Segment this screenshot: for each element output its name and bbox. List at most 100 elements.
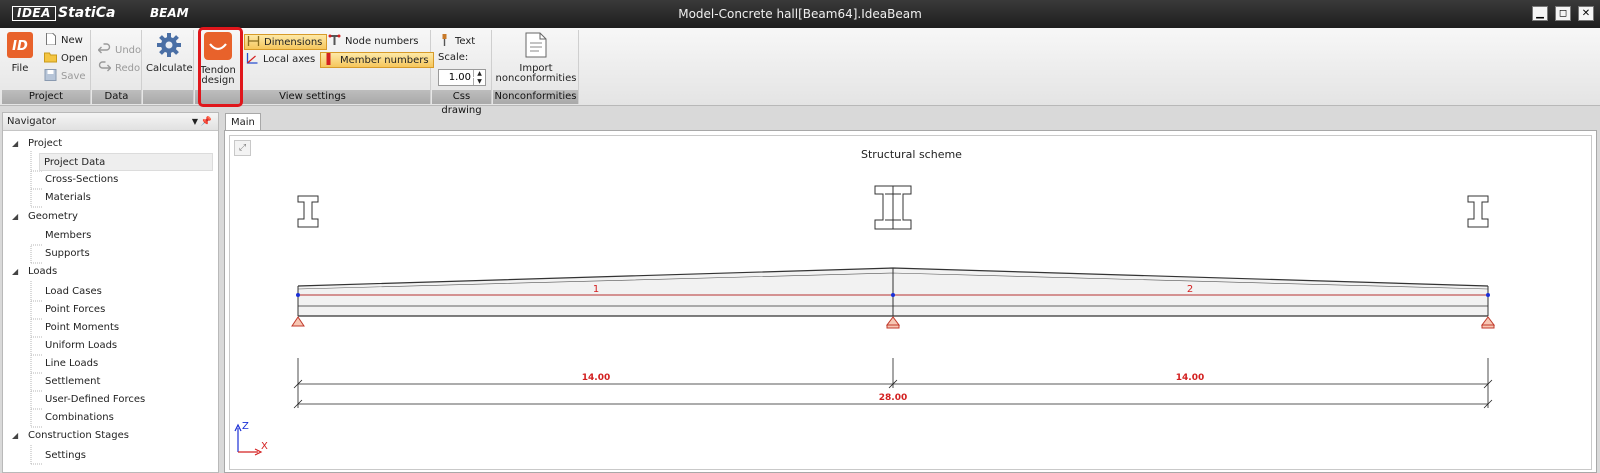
title-bar: IDEA StatiCa BEAM Model-Concrete hall[Be… xyxy=(0,0,1600,28)
file-label: File xyxy=(11,63,29,74)
group-nonconformities: Import nonconformities Nonconformities xyxy=(493,30,579,104)
tree-item-uniform-loads[interactable]: Uniform Loads xyxy=(43,337,117,355)
scale-label: Scale: xyxy=(438,52,469,63)
open-label: Open xyxy=(61,53,88,64)
group-project: ID File New Open Save Project xyxy=(2,30,91,104)
gear-icon xyxy=(156,33,181,57)
group-label-nonconformities: Nonconformities xyxy=(493,90,578,104)
cross-section-middle xyxy=(874,185,912,230)
redo-label: Redo xyxy=(115,63,141,74)
redo-button[interactable]: Redo xyxy=(96,61,144,77)
new-document-icon xyxy=(46,33,56,45)
tree-category-construction-stages[interactable]: ◢ Construction Stages xyxy=(3,427,129,445)
file-button[interactable]: ID File xyxy=(6,32,34,74)
open-button[interactable]: Open xyxy=(42,51,92,67)
support-right xyxy=(1481,316,1495,326)
navigator-panel: Navigator ▼ 📌 ◢ Project Project Data Cros… xyxy=(2,112,219,473)
scale-up-arrow-icon[interactable]: ▲ xyxy=(473,70,485,77)
undo-label: Undo xyxy=(115,45,142,56)
member-numbers-toggle[interactable]: Member numbers xyxy=(320,52,434,68)
dimension-label-total: 28.00 xyxy=(879,393,907,403)
tree-item-combinations[interactable]: Combinations xyxy=(43,409,114,427)
tree-item-line-loads[interactable]: Line Loads xyxy=(43,355,98,373)
member-label-2: 2 xyxy=(1187,284,1193,295)
support-right-base xyxy=(1481,324,1495,329)
tree-category-label: Loads xyxy=(28,266,58,277)
scale-stepper[interactable]: ▲ ▼ xyxy=(438,69,486,86)
node-numbers-label: Node numbers xyxy=(345,36,419,47)
node-numbers-toggle[interactable]: Node numbers xyxy=(326,34,423,50)
main-view-frame: ⤢ Structural scheme 1 2 14.00 14.00 28.0… xyxy=(224,130,1597,473)
dimension-label-span-2: 14.00 xyxy=(1176,373,1204,383)
group-label-css-drawing: Css drawing xyxy=(432,90,491,116)
dimensions-label: Dimensions xyxy=(264,37,323,48)
redo-icon xyxy=(98,61,111,72)
tree-category-label: Project xyxy=(28,138,63,149)
tree-category-project[interactable]: ◢ Project xyxy=(3,135,62,153)
tree-item-project-data[interactable]: Project Data xyxy=(39,153,213,171)
tree-item-point-moments[interactable]: Point Moments xyxy=(43,319,119,337)
tree-item-settlement[interactable]: Settlement xyxy=(43,373,100,391)
app-window: IDEA StatiCa BEAM Model-Concrete hall[Be… xyxy=(0,0,1600,473)
support-left xyxy=(291,316,305,327)
expanded-triangle-icon[interactable]: ◢ xyxy=(12,427,22,445)
import-label-2: nonconformities xyxy=(495,73,577,84)
tree-item-point-forces[interactable]: Point Forces xyxy=(43,301,105,319)
save-label: Save xyxy=(61,71,86,82)
minimize-button[interactable]: ▁ xyxy=(1532,6,1548,21)
calculate-label: Calculate xyxy=(146,63,193,74)
local-axes-toggle[interactable]: Local axes xyxy=(244,52,319,68)
close-button[interactable]: ✕ xyxy=(1578,6,1594,21)
tree-item-supports[interactable]: Supports xyxy=(43,245,90,263)
local-axes-icon xyxy=(246,53,258,64)
calculate-button[interactable]: Calculate xyxy=(146,32,193,74)
support-middle xyxy=(886,316,900,326)
tree-item-materials[interactable]: Materials xyxy=(43,189,91,207)
tendon-design-highlight xyxy=(198,27,243,107)
tree-category-geometry[interactable]: ◢ Geometry xyxy=(3,208,78,226)
tree-category-label: Construction Stages xyxy=(28,430,129,441)
new-button[interactable]: New xyxy=(42,33,87,49)
tree-item-user-defined-forces[interactable]: User-Defined Forces xyxy=(43,391,145,409)
save-button[interactable]: Save xyxy=(42,69,90,85)
folder-icon xyxy=(44,52,57,63)
undo-icon xyxy=(98,43,111,54)
group-label-data: Data xyxy=(92,90,141,104)
cross-section-left xyxy=(297,195,319,228)
document-import-icon xyxy=(525,32,547,58)
expanded-triangle-icon[interactable]: ◢ xyxy=(12,208,22,226)
local-axes-label: Local axes xyxy=(263,54,316,65)
tree-item-cross-sections[interactable]: Cross-Sections xyxy=(43,171,118,189)
tree-item-members[interactable]: Members xyxy=(43,227,91,245)
axis-label-x: X xyxy=(261,441,268,452)
expanded-triangle-icon[interactable]: ◢ xyxy=(12,263,22,281)
member-numbers-label: Member numbers xyxy=(340,55,429,66)
scale-down-arrow-icon[interactable]: ▼ xyxy=(473,78,485,85)
tree-category-label: Geometry xyxy=(28,211,78,222)
file-icon: ID xyxy=(7,32,33,58)
import-nonconformities-button[interactable]: Import nonconformities xyxy=(495,32,577,84)
tab-main[interactable]: Main xyxy=(225,113,261,131)
tree-item-settings[interactable]: Settings xyxy=(43,447,86,465)
text-label: Text xyxy=(455,36,476,47)
tree-item-load-cases[interactable]: Load Cases xyxy=(43,283,102,301)
window-title: Model-Concrete hall[Beam64].IdeaBeam xyxy=(678,7,922,21)
text-pin-icon xyxy=(442,34,447,46)
tree-category-loads[interactable]: ◢ Loads xyxy=(3,263,57,281)
node-numbers-icon xyxy=(328,34,341,45)
restore-button[interactable]: ◻ xyxy=(1555,6,1571,21)
dimension-label-span-1: 14.00 xyxy=(582,373,610,383)
dimensions-toggle[interactable]: Dimensions xyxy=(244,34,328,50)
dimensions-icon xyxy=(247,36,260,46)
group-label-calculate xyxy=(143,90,193,104)
svg-text:ID: ID xyxy=(12,39,28,54)
expanded-triangle-icon[interactable]: ◢ xyxy=(12,135,22,153)
structural-scheme-canvas[interactable]: ⤢ Structural scheme 1 2 14.00 14.00 28.0… xyxy=(229,135,1592,470)
scale-input[interactable] xyxy=(439,70,473,85)
axis-label-z: Z xyxy=(242,421,249,432)
cross-section-right xyxy=(1467,195,1489,228)
text-toggle[interactable]: Text xyxy=(436,34,479,50)
undo-button[interactable]: Undo xyxy=(96,43,145,59)
group-css-drawing: Text Scale: ▲ ▼ Css drawing xyxy=(432,30,492,116)
group-data: Undo Redo Data xyxy=(92,30,142,104)
